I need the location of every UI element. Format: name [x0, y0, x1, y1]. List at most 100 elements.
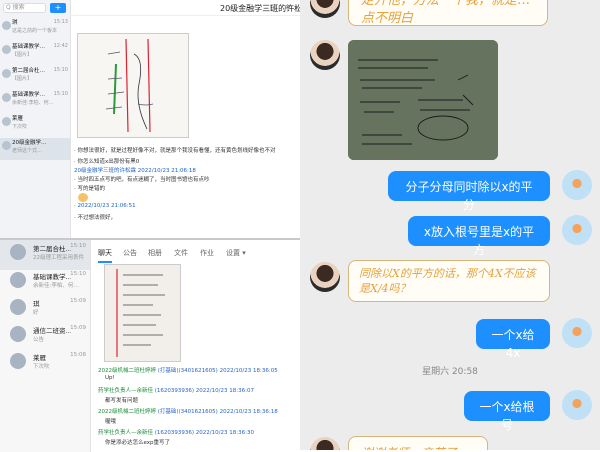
tab-album[interactable]: 相册 [148, 248, 162, 258]
conversation-item[interactable]: 琪 15:09 好 [0, 295, 90, 325]
avatar [10, 272, 26, 288]
message-sender: 20级金融学三班的许松霖 2022/10/23 21:06:18 [74, 168, 196, 174]
avatar [2, 93, 11, 102]
tab-homework[interactable]: 作业 [200, 248, 214, 258]
conversation-time: 15:09 [70, 298, 86, 304]
add-button[interactable]: + [50, 3, 66, 13]
message-sender: 药学社负责人—余新佳 (1620393936) 2022/10/23 18:36… [98, 388, 254, 394]
conversation-preview: 余新佳:李柏、何… [12, 100, 54, 106]
message-bubble: 分子分母同时除以x的平分 [388, 171, 550, 212]
tab-announcement[interactable]: 公告 [123, 248, 137, 258]
message-text: · 当时四五点写的吧，有点迷糊了，当时图书馆也有点吵 [74, 177, 210, 183]
conversation-item[interactable]: 基础课教学… 15:10 余新佳:李柏、何… [0, 90, 70, 112]
conversation-time: 15:10 [53, 67, 68, 73]
avatar [10, 299, 26, 315]
avatar [562, 170, 592, 200]
conversation-name: 琪 [12, 20, 18, 26]
message-text: · 你怎么知道x出那份有黑0 [74, 159, 140, 165]
conversation-time: 15:08 [70, 352, 86, 358]
avatar [2, 69, 11, 78]
handwriting-image [78, 34, 188, 137]
tab-chat[interactable]: 聊天 [98, 248, 112, 263]
conversation-item[interactable]: 莱雁 15:08 下次吹 [0, 349, 90, 379]
message-bubble: 一个x给4x [476, 319, 550, 360]
conversation-item[interactable]: 莱雁 下次吹 [0, 114, 70, 136]
avatar [2, 141, 11, 150]
math-photo[interactable] [77, 33, 189, 138]
message-text: 你是添必达怎么exp重写了 [105, 440, 171, 446]
avatar [10, 326, 26, 342]
conversation-preview: 这是之前的一个板本 [12, 28, 58, 34]
message-text: · 不过想法很好， [74, 215, 116, 221]
message-sender: 2022级机械二班杜婷婷 (打基础)(3401621605) 2022/10/2… [98, 409, 278, 415]
note-bubble: 谢谢老师，辛苦了… [348, 436, 488, 450]
conversation-preview: 下次吹 [33, 364, 50, 370]
avatar [10, 244, 26, 260]
minimize-icon[interactable]: – [255, 3, 259, 11]
close-icon[interactable]: × [285, 3, 291, 11]
homework-image [105, 265, 180, 361]
conversation-preview: 下次吹 [12, 124, 28, 130]
avatar [310, 0, 340, 18]
message-bubble: x放入根号里是x的平方 [408, 216, 550, 257]
mobile-chat-panel: 走开他，方法一个我，就是…点不明白 分子分母同时除以x的平分 x放入根号里是x的… [300, 0, 600, 450]
avatar [310, 437, 340, 450]
conversation-preview: 【图片】 [12, 52, 33, 58]
avatar [310, 262, 340, 292]
conversation-name: 通信二班资… [33, 327, 71, 335]
conversation-name: 基础课教学… [12, 92, 46, 98]
title-bar: 20级金融学三班的许松霖 – □ × [70, 0, 300, 16]
message-text: 都写发有问题 [105, 398, 139, 404]
conversation-preview: 公告 [33, 337, 45, 343]
math-image-card[interactable] [348, 40, 498, 160]
conversation-time: 15:10 [70, 271, 86, 277]
conversation-name: 20级金融学… [12, 140, 47, 146]
search-input[interactable]: Q 搜索 [3, 3, 46, 13]
avatar [562, 215, 592, 245]
conversation-name: 第二届合杜… [33, 245, 71, 253]
conversation-time: 15:09 [70, 325, 86, 331]
conversation-preview: 好 [33, 310, 39, 316]
conversation-preview: 【图片】 [12, 76, 33, 82]
avatar [2, 117, 11, 126]
conversation-name: 基础课教学… [33, 273, 71, 281]
conversation-time: 12:42 [53, 43, 68, 49]
conversation-preview: 22级理工程采用表件 [33, 255, 84, 261]
conversation-item[interactable]: 基础课教学… 15:10 余新佳:李柏、何… [0, 268, 90, 298]
message-sender: 药学社负责人—余新佳 (1620393936) 2022/10/23 18:36… [98, 430, 254, 436]
tab-files[interactable]: 文件 [174, 248, 188, 258]
conversation-preview: 老师这个式… [12, 148, 43, 154]
avatar [310, 40, 340, 70]
conversation-time: 15:10 [53, 91, 68, 97]
conversation-time: 15:10 [70, 243, 86, 249]
maximize-icon[interactable]: □ [270, 3, 277, 11]
conversation-preview: 余新佳:李柏、何… [33, 283, 79, 289]
tab-settings[interactable]: 设置 ▾ [226, 248, 246, 258]
message-time: · 2022/10/23 21:06:51 [74, 203, 136, 209]
conversation-item[interactable]: 第二届合杜… 15:10 【图片】 [0, 66, 70, 88]
conversation-name: 第二届合杜… [12, 68, 46, 74]
avatar [562, 318, 592, 348]
conversation-item[interactable]: 通信二班资… 15:09 公告 [0, 322, 90, 352]
conversation-name: 基础课教学… [12, 44, 46, 50]
group-tabs: 聊天 公告 相册 文件 作业 设置 ▾ [96, 245, 296, 263]
conversation-item-active[interactable]: 20级金融学… 老师这个式… [0, 138, 70, 160]
message-text: · 你想法很好，就是过程好像不对，就是那个我没有看懂，还有黄色划线好像也不对 [74, 148, 276, 154]
conversation-name: 莱雁 [12, 116, 24, 122]
avatar [2, 45, 11, 54]
conversation-name: 莱雁 [33, 354, 46, 362]
homework-photo[interactable] [104, 264, 181, 362]
handwritten-math-image [348, 40, 498, 160]
avatar [10, 353, 26, 369]
message-text: · 写的是错的 [74, 186, 105, 192]
conversation-item[interactable]: 基础课教学… 12:42 【图片】 [0, 42, 70, 64]
conversation-item-active[interactable]: 第二届合杜… 15:10 22级理工程采用表件 [0, 240, 90, 270]
message-text: Up! [105, 375, 115, 381]
emoji-icon [78, 193, 88, 202]
chat-window-top: Q 搜索 + 琪 15:13 这是之前的一个板本 基础课教学… 12:42 【图… [0, 0, 301, 238]
conversation-list: Q 搜索 + 琪 15:13 这是之前的一个板本 基础课教学… 12:42 【图… [0, 0, 71, 238]
group-chat-window: 第二届合杜… 15:10 22级理工程采用表件 基础课教学… 15:10 余新佳… [0, 238, 300, 452]
note-bubble: 走开他，方法一个我，就是…点不明白 [348, 0, 548, 26]
conversation-item[interactable]: 琪 15:13 这是之前的一个板本 [0, 18, 70, 40]
avatar [2, 21, 11, 30]
